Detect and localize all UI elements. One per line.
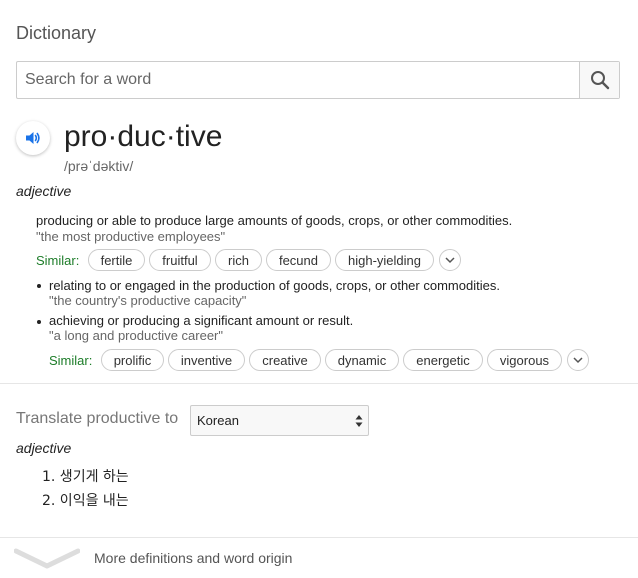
pronunciation-button[interactable]	[16, 121, 50, 155]
example-2: "the country's productive capacity"	[49, 293, 247, 308]
similar-label: Similar:	[49, 353, 93, 368]
divider	[0, 537, 638, 538]
dictionary-card: Dictionary pro·duc·tive /prəˈdəktiv/ adj…	[0, 0, 638, 578]
similar-chip[interactable]: fertile	[88, 249, 145, 271]
definition-1: producing or able to produce large amoun…	[36, 213, 513, 228]
example-3: "a long and productive career"	[49, 328, 224, 343]
similar-chip[interactable]: fecund	[266, 249, 331, 271]
similar-chip[interactable]: vigorous	[487, 349, 562, 371]
translation-part-of-speech: adjective	[16, 440, 72, 456]
part-of-speech: adjective	[16, 183, 72, 199]
similar-chip[interactable]: prolific	[101, 349, 164, 371]
chevron-down-icon	[573, 356, 583, 363]
definition-2: relating to or engaged in the production…	[49, 278, 500, 293]
speaker-icon	[26, 132, 40, 144]
select-arrows-icon	[355, 415, 363, 427]
similar-chip[interactable]: high-yielding	[335, 249, 434, 271]
similar-chip[interactable]: fruitful	[149, 249, 211, 271]
similar-chip[interactable]: dynamic	[325, 349, 399, 371]
expand-similar-button[interactable]	[439, 249, 461, 271]
language-select[interactable]: Korean	[190, 405, 369, 436]
definition-3: achieving or producing a significant amo…	[49, 313, 354, 328]
similar-chip[interactable]: energetic	[403, 349, 483, 371]
bullet	[37, 284, 41, 288]
language-select-value: Korean	[197, 413, 239, 428]
similar-chip[interactable]: creative	[249, 349, 321, 371]
headword: pro·duc·tive	[64, 120, 223, 153]
divider	[0, 383, 638, 384]
search-input[interactable]	[17, 62, 579, 98]
similar-label: Similar:	[36, 253, 80, 268]
similar-chip[interactable]: inventive	[168, 349, 245, 371]
phonetic: /prəˈdəktiv/	[64, 158, 134, 174]
example-1: "the most productive employees"	[36, 229, 226, 244]
card-title: Dictionary	[16, 23, 97, 43]
search-icon	[590, 71, 609, 90]
translate-label: Translate productive to	[16, 410, 179, 427]
more-definitions-link[interactable]: More definitions and word origin	[94, 550, 292, 566]
chevron-down-icon[interactable]	[14, 545, 80, 571]
translation-item: 1. 생기게 하는	[42, 469, 129, 485]
translation-item: 2. 이익을 내는	[42, 493, 129, 509]
chevron-down-icon	[445, 256, 455, 263]
similar-chip[interactable]: rich	[215, 249, 262, 271]
search-box	[16, 61, 620, 99]
search-button[interactable]	[579, 62, 619, 98]
expand-similar-button[interactable]	[567, 349, 589, 371]
bullet	[37, 320, 41, 324]
